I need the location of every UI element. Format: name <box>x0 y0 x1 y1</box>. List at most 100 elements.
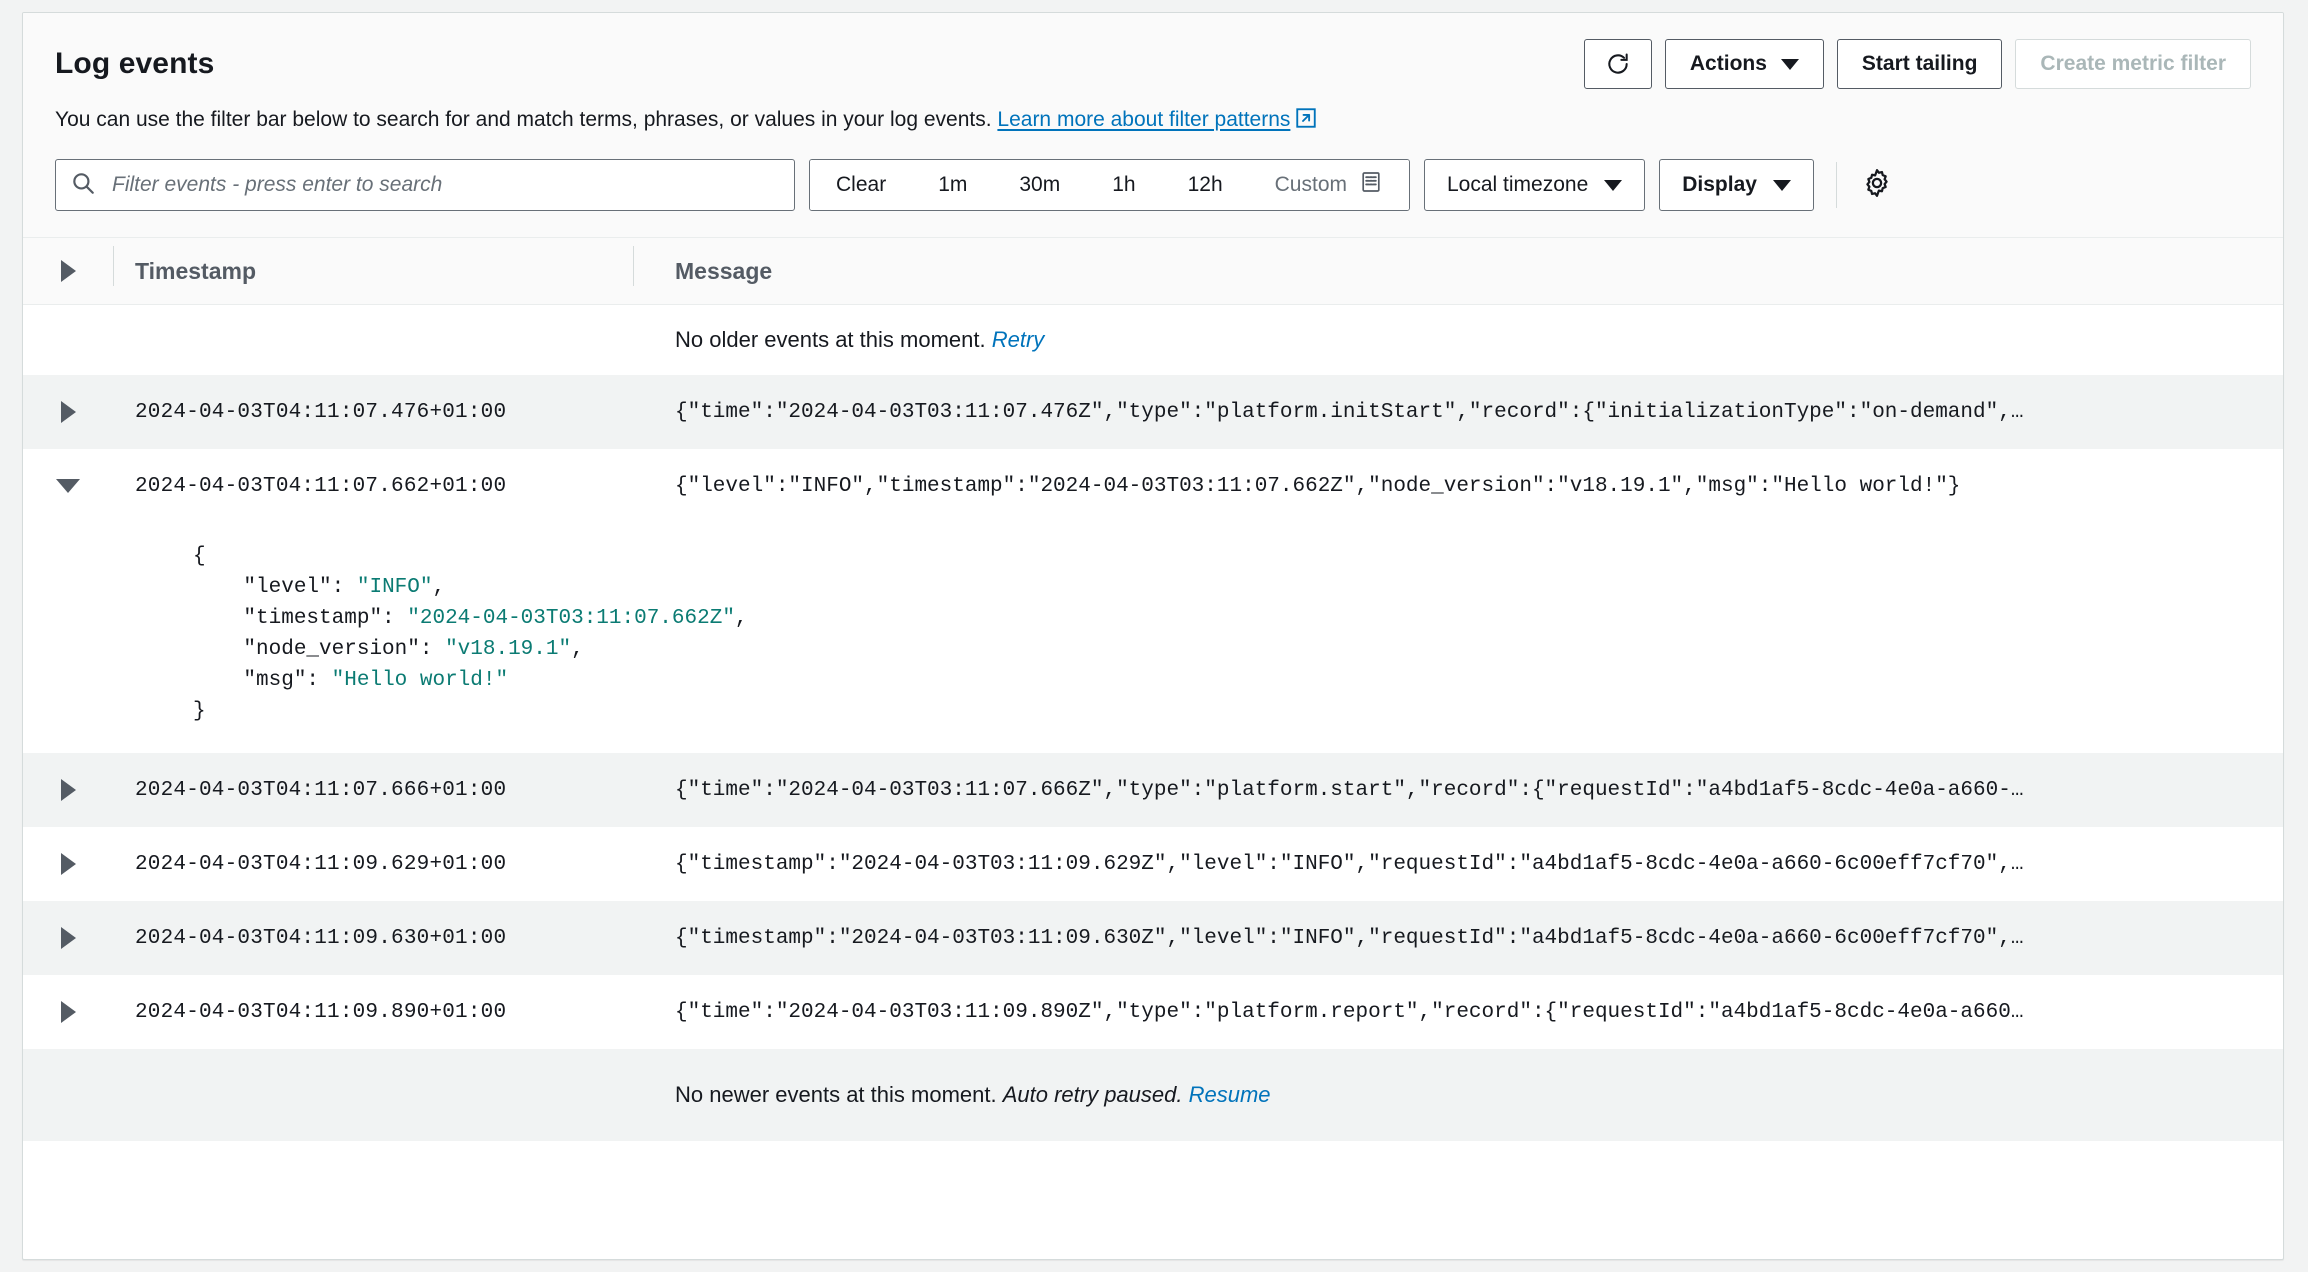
external-link-icon <box>1296 107 1316 137</box>
start-tailing-label: Start tailing <box>1862 52 1978 76</box>
row-timestamp: 2024-04-03T04:11:07.666+01:00 <box>113 779 633 802</box>
json-key: "timestamp": <box>243 607 394 630</box>
range-12h[interactable]: 12h <box>1162 160 1249 210</box>
expand-all-toggle[interactable] <box>23 260 113 282</box>
row-expand-toggle[interactable] <box>23 1001 113 1023</box>
newer-events-text: No newer events at this moment. <box>675 1082 997 1107</box>
filter-bar: Clear 1m 30m 1h 12h Custom Local timezon… <box>23 137 2283 237</box>
chevron-right-icon <box>61 401 76 423</box>
start-tailing-button[interactable]: Start tailing <box>1837 39 2003 89</box>
json-key: "msg": <box>243 669 319 692</box>
create-metric-filter-label: Create metric filter <box>2040 52 2226 76</box>
description-text: You can use the filter bar below to sear… <box>55 108 992 131</box>
column-label-timestamp: Timestamp <box>135 258 256 284</box>
json-value: "INFO" <box>357 576 433 599</box>
chevron-down-icon <box>1773 180 1791 191</box>
calendar-icon <box>1359 170 1383 200</box>
panel-header: Log events Actions Start tailing <box>23 13 2283 137</box>
retry-link[interactable]: Retry <box>992 327 1045 352</box>
resume-link[interactable]: Resume <box>1189 1082 1271 1107</box>
table-row[interactable]: 2024-04-03T04:11:09.890+01:00 {"time":"2… <box>23 975 2283 1049</box>
json-comma: , <box>432 576 445 599</box>
column-label-message: Message <box>675 258 772 284</box>
learn-more-link[interactable]: Learn more about filter patterns <box>997 108 1290 131</box>
json-detail-block: { "level": "INFO", "timestamp": "2024-04… <box>23 541 2283 727</box>
table-header-row: Timestamp Message <box>23 237 2283 305</box>
refresh-icon <box>1605 51 1631 77</box>
settings-button[interactable] <box>1855 163 1899 207</box>
older-events-notice-row: No older events at this moment. Retry <box>23 305 2283 375</box>
display-dropdown[interactable]: Display <box>1659 159 1814 211</box>
row-timestamp: 2024-04-03T04:11:07.662+01:00 <box>113 475 633 498</box>
older-events-notice: No older events at this moment. Retry <box>633 327 2283 353</box>
json-close-brace: } <box>193 700 206 723</box>
timezone-dropdown[interactable]: Local timezone <box>1424 159 1645 211</box>
newer-events-notice-row: No newer events at this moment. Auto ret… <box>23 1049 2283 1141</box>
auto-retry-status: Auto retry paused. <box>1003 1082 1183 1107</box>
table-row[interactable]: 2024-04-03T04:11:09.630+01:00 {"timestam… <box>23 901 2283 975</box>
json-value: "Hello world!" <box>332 669 508 692</box>
create-metric-filter-button[interactable]: Create metric filter <box>2015 39 2251 89</box>
json-comma: , <box>571 638 584 661</box>
json-key: "level": <box>243 576 344 599</box>
row-timestamp: 2024-04-03T04:11:09.629+01:00 <box>113 853 633 876</box>
row-expand-toggle[interactable] <box>23 853 113 875</box>
range-1m[interactable]: 1m <box>912 160 993 210</box>
table-row[interactable]: 2024-04-03T04:11:07.476+01:00 {"time":"2… <box>23 375 2283 449</box>
row-expand-toggle[interactable] <box>23 401 113 423</box>
json-value: "2024-04-03T03:11:07.662Z" <box>407 607 735 630</box>
older-events-text: No older events at this moment. <box>675 327 986 352</box>
search-input[interactable] <box>110 172 780 198</box>
json-value: "v18.19.1" <box>445 638 571 661</box>
toolbar-divider <box>1836 162 1837 208</box>
actions-label: Actions <box>1690 52 1767 76</box>
log-events-table: Timestamp Message No older events at thi… <box>23 237 2283 1141</box>
log-events-panel: Log events Actions Start tailing <box>22 12 2284 1260</box>
row-message: {"time":"2024-04-03T03:11:09.890Z","type… <box>633 1001 2283 1024</box>
chevron-right-icon <box>61 260 76 282</box>
chevron-down-icon <box>1604 180 1622 191</box>
header-actions: Actions Start tailing Create metric filt… <box>1584 39 2251 89</box>
chevron-right-icon <box>61 927 76 949</box>
actions-button[interactable]: Actions <box>1665 39 1824 89</box>
row-collapse-toggle[interactable] <box>23 479 113 493</box>
page-title: Log events <box>55 39 214 83</box>
json-comma: , <box>735 607 748 630</box>
row-message: {"timestamp":"2024-04-03T03:11:09.629Z",… <box>633 853 2283 876</box>
range-custom-label: Custom <box>1275 173 1347 197</box>
column-header-timestamp[interactable]: Timestamp <box>113 258 633 285</box>
row-expand-toggle[interactable] <box>23 779 113 801</box>
display-label: Display <box>1682 173 1757 197</box>
row-timestamp: 2024-04-03T04:11:09.630+01:00 <box>113 927 633 950</box>
range-custom[interactable]: Custom <box>1249 160 1409 210</box>
chevron-right-icon <box>61 779 76 801</box>
json-key: "node_version": <box>243 638 432 661</box>
row-message: {"time":"2024-04-03T03:11:07.476Z","type… <box>633 401 2283 424</box>
table-row[interactable]: 2024-04-03T04:11:07.662+01:00 {"level":"… <box>23 449 2283 523</box>
json-open-brace: { <box>193 545 206 568</box>
table-row[interactable]: 2024-04-03T04:11:09.629+01:00 {"timestam… <box>23 827 2283 901</box>
row-message: {"timestamp":"2024-04-03T03:11:09.630Z",… <box>633 927 2283 950</box>
chevron-down-icon <box>1781 59 1799 70</box>
range-30m[interactable]: 30m <box>993 160 1086 210</box>
row-timestamp: 2024-04-03T04:11:07.476+01:00 <box>113 401 633 424</box>
refresh-button[interactable] <box>1584 39 1652 89</box>
row-message: {"level":"INFO","timestamp":"2024-04-03T… <box>633 475 2283 498</box>
table-row[interactable]: 2024-04-03T04:11:07.666+01:00 {"time":"2… <box>23 753 2283 827</box>
filter-events-field[interactable] <box>55 159 795 211</box>
panel-description: You can use the filter bar below to sear… <box>55 105 2251 137</box>
search-icon <box>70 170 96 201</box>
chevron-down-icon <box>56 479 80 493</box>
row-expand-toggle[interactable] <box>23 927 113 949</box>
range-clear[interactable]: Clear <box>810 160 912 210</box>
newer-events-notice: No newer events at this moment. Auto ret… <box>633 1082 2283 1108</box>
range-1h[interactable]: 1h <box>1086 160 1161 210</box>
timezone-label: Local timezone <box>1447 173 1588 197</box>
learn-more-label: Learn more about filter patterns <box>997 108 1290 131</box>
time-range-group: Clear 1m 30m 1h 12h Custom <box>809 159 1410 211</box>
gear-icon <box>1861 167 1893 204</box>
chevron-right-icon <box>61 1001 76 1023</box>
column-header-message[interactable]: Message <box>633 258 2283 285</box>
row-timestamp: 2024-04-03T04:11:09.890+01:00 <box>113 1001 633 1024</box>
row-message: {"time":"2024-04-03T03:11:07.666Z","type… <box>633 779 2283 802</box>
